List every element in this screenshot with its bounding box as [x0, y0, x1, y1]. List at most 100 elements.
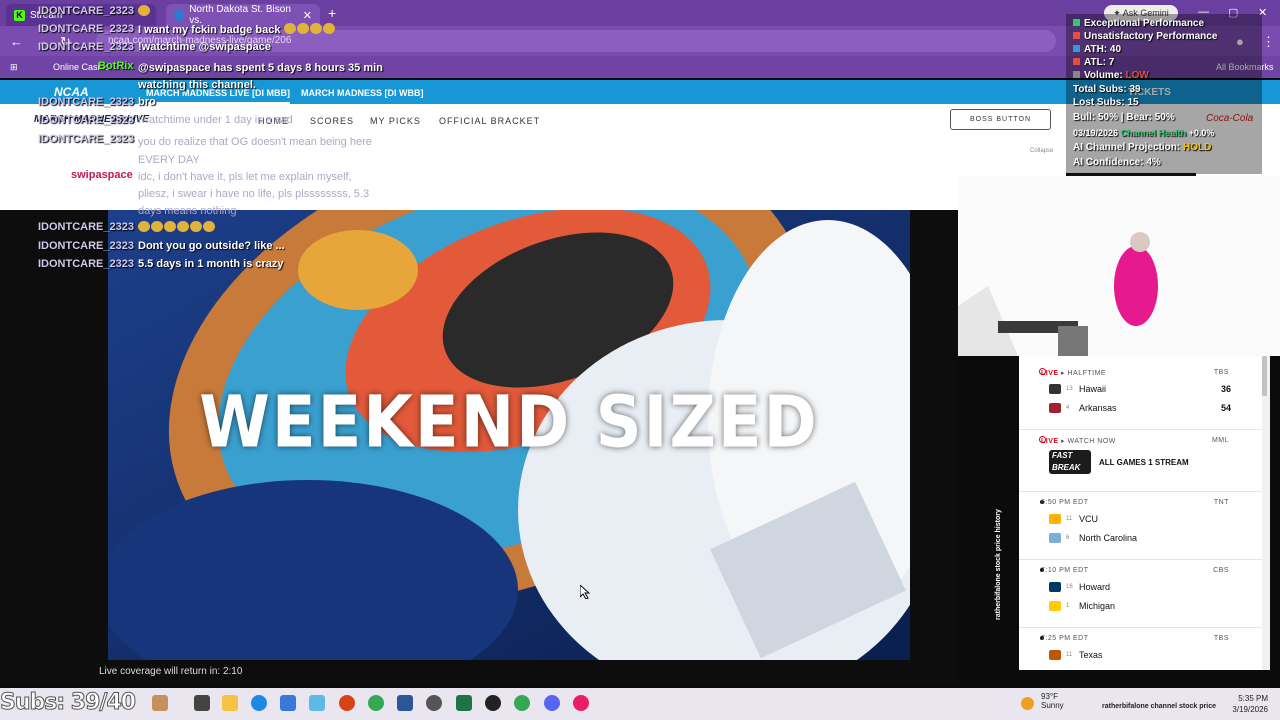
team-score: 36 — [1220, 384, 1231, 394]
chat-text: I want my fckin badge back — [138, 24, 281, 36]
chat-username: IDONTCARE_2323 — [38, 221, 134, 233]
chat-emotes — [138, 5, 151, 18]
game-status: 7:10 PM EDT — [1041, 567, 1089, 574]
chat-username: IDONTCARE_2323 — [38, 258, 134, 270]
scoreboard-sidebar: LIVE ▸ HALFTIME TBS 13 Hawaii 36 4 Arkan… — [1019, 356, 1270, 670]
team-row: 13 Hawaii — [1049, 384, 1106, 394]
game-card[interactable]: 7:25 PM EDT TBS 11 Texas — [1019, 630, 1270, 670]
chat-username: IDONTCARE_2323 — [38, 133, 134, 145]
discord-icon[interactable] — [544, 695, 560, 711]
team-name: Arkansas — [1079, 403, 1117, 413]
legend-exceptional: Exceptional Performance — [1073, 18, 1204, 29]
team-logo-icon — [1049, 514, 1061, 524]
chrome-active-icon[interactable] — [514, 695, 530, 711]
media-icon[interactable] — [339, 695, 355, 711]
blue-square-icon — [1073, 45, 1080, 52]
game-card[interactable]: LIVE ▸ HALFTIME TBS 13 Hawaii 36 4 Arkan… — [1019, 364, 1270, 430]
temperature: 93°F — [1041, 692, 1058, 701]
chat-username: BotRix — [98, 60, 134, 72]
system-clock[interactable]: 5:35 PM 3/19/2026 — [1228, 693, 1268, 715]
stat-health: 03/19/2026 Channel Health +0.0% — [1073, 128, 1215, 138]
game-status: LIVE ▸ HALFTIME — [1041, 370, 1107, 377]
chat-emotes — [138, 221, 216, 234]
chat-text: !watchtime @swipaspace — [138, 41, 271, 53]
team-row: 16 Howard — [1049, 582, 1110, 592]
team-logo-icon — [1049, 384, 1061, 394]
team-name: North Carolina — [1079, 533, 1138, 543]
stat-total-subs: Total Subs: 39 — [1073, 84, 1141, 95]
team-row: 11 VCU — [1049, 514, 1098, 524]
chat-username: IDONTCARE_2323 — [38, 23, 134, 35]
copilot-icon[interactable] — [309, 695, 325, 711]
windows-taskbar — [0, 688, 1280, 720]
tray-label: ratherbifalone channel stock price — [1102, 703, 1216, 710]
game-network: TBS — [1213, 635, 1229, 642]
stat-lost-subs: Lost Subs: 15 — [1073, 97, 1139, 108]
screen: K Stream North Dakota St. Bison vs. ✕ + … — [0, 0, 1280, 720]
chat-text: 5.5 days in 1 month is crazy — [138, 258, 284, 270]
chat-text: you do realize that OG doesn't mean bein… — [138, 136, 372, 166]
obs-icon[interactable] — [426, 695, 442, 711]
game-network: TBS — [1213, 369, 1229, 376]
red-square-icon — [1073, 58, 1080, 65]
team-name: Texas — [1079, 650, 1103, 660]
chat-text: !watchtime under 1 day is a sad — [138, 114, 293, 126]
sunny-weather-icon — [1021, 697, 1034, 710]
sidebar-scrollbar[interactable] — [1262, 356, 1270, 670]
team-logo-icon — [1049, 533, 1061, 543]
maps-icon[interactable] — [573, 695, 589, 711]
red-square-icon — [1073, 32, 1080, 39]
chat-username: IDONTCARE_2323 — [38, 114, 134, 126]
game-network: CBS — [1213, 567, 1229, 574]
stat-confidence: AI Confidence: 4% — [1073, 157, 1161, 168]
game-card[interactable]: 6:50 PM EDT TNT 11 VCU 6 North Carolina — [1019, 494, 1270, 560]
app-icon[interactable] — [485, 695, 501, 711]
task-view-icon[interactable] — [194, 695, 210, 711]
gray-square-icon — [1073, 71, 1080, 78]
collapse-link[interactable]: Collapse — [1030, 148, 1053, 154]
game-card[interactable]: 7:10 PM EDT CBS 16 Howard 1 Michigan — [1019, 562, 1270, 628]
widget-icon[interactable] — [152, 695, 168, 711]
nav-official-bracket[interactable]: OFFICIAL BRACKET — [439, 116, 540, 126]
chrome-icon[interactable] — [368, 695, 384, 711]
team-logo-icon — [1049, 582, 1061, 592]
file-explorer-icon[interactable] — [222, 695, 238, 711]
subs-counter: Subs: 39/40 — [0, 690, 137, 716]
excel-icon[interactable] — [456, 695, 472, 711]
boss-button[interactable]: BOSS BUTTON — [950, 109, 1051, 130]
stat-ath: ATH: 40 — [1073, 44, 1121, 55]
webcam-image — [958, 176, 1280, 356]
fast-break-logo: FAST BREAK — [1049, 450, 1091, 474]
stream-name: ALL GAMES 1 STREAM — [1099, 458, 1189, 467]
weather-widget[interactable]: 93°F Sunny — [1041, 692, 1064, 710]
chat-username: swipaspace — [71, 169, 133, 181]
chat-text: @swipaspace has spent 5 days 8 hours 35 … — [138, 62, 383, 91]
game-network: TNT — [1213, 499, 1229, 506]
team-name: Howard — [1079, 582, 1111, 592]
mouse-cursor-icon — [580, 585, 590, 599]
chat-text: idc, i don't have it, pls let me explain… — [138, 171, 370, 217]
green-square-icon — [1073, 19, 1080, 26]
team-row: 11 Texas — [1049, 650, 1103, 660]
team-name: Hawaii — [1079, 384, 1107, 394]
game-status: 7:25 PM EDT — [1041, 635, 1089, 642]
chat-text: Dont you go outside? like ... — [138, 240, 285, 252]
game-status: LIVE ▸ WATCH NOW — [1041, 438, 1116, 445]
team-row: 6 North Carolina — [1049, 533, 1137, 543]
edge-icon[interactable] — [251, 695, 267, 711]
store-icon[interactable] — [280, 695, 296, 711]
chat-username: IDONTCARE_2323 — [38, 96, 134, 108]
webcam-overlay — [958, 176, 1280, 356]
stat-projection: AI Channel Projection: HOLD — [1073, 142, 1212, 153]
condition: Sunny — [1041, 701, 1064, 710]
team-row: 4 Arkansas — [1049, 403, 1117, 413]
stock-history-label: ratherbifalone stock price history — [995, 509, 1002, 620]
sidebar-scroll-thumb[interactable] — [1262, 356, 1267, 396]
word-icon[interactable] — [397, 695, 413, 711]
chat-username: IDONTCARE_2323 — [38, 5, 134, 17]
game-card[interactable]: LIVE ▸ WATCH NOW MML FAST BREAK ALL GAME… — [1019, 432, 1270, 492]
team-row: 1 Michigan — [1049, 601, 1115, 611]
team-score: 54 — [1220, 403, 1231, 413]
game-status: 6:50 PM EDT — [1041, 499, 1089, 506]
menu-icon[interactable]: ⋮ — [1262, 34, 1275, 50]
